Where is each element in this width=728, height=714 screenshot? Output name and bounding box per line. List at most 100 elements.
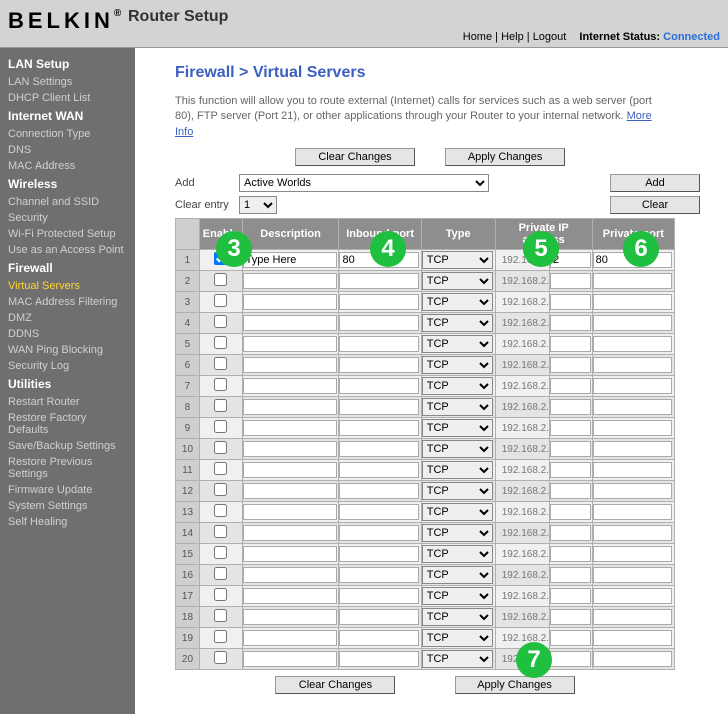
inbound-port-input[interactable] bbox=[339, 609, 419, 625]
description-input[interactable] bbox=[243, 420, 337, 436]
sidebar-item[interactable]: Restart Router bbox=[0, 394, 135, 410]
enable-checkbox[interactable] bbox=[214, 252, 227, 265]
type-select[interactable]: TCP bbox=[422, 377, 493, 395]
description-input[interactable] bbox=[243, 315, 337, 331]
inbound-port-input[interactable] bbox=[339, 441, 419, 457]
ip-suffix-input[interactable] bbox=[550, 294, 591, 310]
type-select[interactable]: TCP bbox=[422, 503, 493, 521]
type-select[interactable]: TCP bbox=[422, 272, 493, 290]
private-port-input[interactable] bbox=[593, 399, 673, 415]
private-port-input[interactable] bbox=[593, 315, 673, 331]
ip-suffix-input[interactable] bbox=[550, 441, 591, 457]
clear-changes-button-bottom[interactable]: Clear Changes bbox=[275, 676, 395, 694]
home-link[interactable]: Home bbox=[463, 31, 492, 43]
inbound-port-input[interactable] bbox=[339, 252, 419, 268]
apply-changes-button-bottom[interactable]: Apply Changes bbox=[455, 676, 575, 694]
apply-changes-button[interactable]: Apply Changes bbox=[445, 148, 565, 166]
description-input[interactable] bbox=[243, 378, 337, 394]
private-port-input[interactable] bbox=[593, 336, 673, 352]
enable-checkbox[interactable] bbox=[214, 336, 227, 349]
sidebar-item[interactable]: System Settings bbox=[0, 498, 135, 514]
ip-suffix-input[interactable] bbox=[550, 504, 591, 520]
private-port-input[interactable] bbox=[593, 441, 673, 457]
enable-checkbox[interactable] bbox=[214, 504, 227, 517]
ip-suffix-input[interactable] bbox=[550, 546, 591, 562]
enable-checkbox[interactable] bbox=[214, 546, 227, 559]
inbound-port-input[interactable] bbox=[339, 273, 419, 289]
enable-checkbox[interactable] bbox=[214, 315, 227, 328]
inbound-port-input[interactable] bbox=[339, 462, 419, 478]
private-port-input[interactable] bbox=[593, 483, 673, 499]
enable-checkbox[interactable] bbox=[214, 399, 227, 412]
help-link[interactable]: Help bbox=[501, 31, 524, 43]
ip-suffix-input[interactable] bbox=[550, 420, 591, 436]
sidebar-item[interactable]: Security Log bbox=[0, 358, 135, 374]
ip-suffix-input[interactable] bbox=[550, 609, 591, 625]
description-input[interactable] bbox=[243, 336, 337, 352]
ip-suffix-input[interactable] bbox=[550, 378, 591, 394]
sidebar-item[interactable]: LAN Settings bbox=[0, 74, 135, 90]
private-port-input[interactable] bbox=[593, 378, 673, 394]
enable-checkbox[interactable] bbox=[214, 357, 227, 370]
add-service-select[interactable]: Active Worlds bbox=[239, 174, 489, 192]
sidebar-item[interactable]: Channel and SSID bbox=[0, 194, 135, 210]
enable-checkbox[interactable] bbox=[214, 651, 227, 664]
sidebar-item[interactable]: MAC Address Filtering bbox=[0, 294, 135, 310]
sidebar-item[interactable]: DNS bbox=[0, 142, 135, 158]
sidebar-item[interactable]: DHCP Client List bbox=[0, 90, 135, 106]
type-select[interactable]: TCP bbox=[422, 293, 493, 311]
enable-checkbox[interactable] bbox=[214, 525, 227, 538]
type-select[interactable]: TCP bbox=[422, 482, 493, 500]
description-input[interactable] bbox=[243, 441, 337, 457]
description-input[interactable] bbox=[243, 483, 337, 499]
ip-suffix-input[interactable] bbox=[550, 357, 591, 373]
enable-checkbox[interactable] bbox=[214, 567, 227, 580]
sidebar-item[interactable]: Wi-Fi Protected Setup bbox=[0, 226, 135, 242]
ip-suffix-input[interactable] bbox=[550, 567, 591, 583]
ip-suffix-input[interactable] bbox=[550, 336, 591, 352]
clear-button[interactable]: Clear bbox=[610, 196, 700, 214]
sidebar-item[interactable]: Virtual Servers bbox=[0, 278, 135, 294]
inbound-port-input[interactable] bbox=[339, 546, 419, 562]
type-select[interactable]: TCP bbox=[422, 461, 493, 479]
ip-suffix-input[interactable] bbox=[550, 462, 591, 478]
enable-checkbox[interactable] bbox=[214, 609, 227, 622]
inbound-port-input[interactable] bbox=[339, 651, 419, 667]
description-input[interactable] bbox=[243, 252, 337, 268]
sidebar-item[interactable]: Restore Previous Settings bbox=[0, 454, 135, 482]
enable-checkbox[interactable] bbox=[214, 462, 227, 475]
enable-checkbox[interactable] bbox=[214, 273, 227, 286]
description-input[interactable] bbox=[243, 504, 337, 520]
sidebar-item[interactable]: Self Healing bbox=[0, 514, 135, 530]
sidebar-item[interactable]: MAC Address bbox=[0, 158, 135, 174]
sidebar-item[interactable]: Restore Factory Defaults bbox=[0, 410, 135, 438]
type-select[interactable]: TCP bbox=[422, 566, 493, 584]
ip-suffix-input[interactable] bbox=[550, 252, 591, 268]
clear-changes-button[interactable]: Clear Changes bbox=[295, 148, 415, 166]
clear-entry-select[interactable]: 1 bbox=[239, 196, 277, 214]
description-input[interactable] bbox=[243, 588, 337, 604]
description-input[interactable] bbox=[243, 399, 337, 415]
sidebar-item[interactable]: Security bbox=[0, 210, 135, 226]
type-select[interactable]: TCP bbox=[422, 587, 493, 605]
inbound-port-input[interactable] bbox=[339, 420, 419, 436]
type-select[interactable]: TCP bbox=[422, 314, 493, 332]
type-select[interactable]: TCP bbox=[422, 524, 493, 542]
ip-suffix-input[interactable] bbox=[550, 483, 591, 499]
enable-checkbox[interactable] bbox=[214, 441, 227, 454]
private-port-input[interactable] bbox=[593, 504, 673, 520]
type-select[interactable]: TCP bbox=[422, 545, 493, 563]
description-input[interactable] bbox=[243, 651, 337, 667]
description-input[interactable] bbox=[243, 525, 337, 541]
ip-suffix-input[interactable] bbox=[550, 399, 591, 415]
description-input[interactable] bbox=[243, 357, 337, 373]
inbound-port-input[interactable] bbox=[339, 504, 419, 520]
description-input[interactable] bbox=[243, 294, 337, 310]
private-port-input[interactable] bbox=[593, 630, 673, 646]
inbound-port-input[interactable] bbox=[339, 399, 419, 415]
description-input[interactable] bbox=[243, 273, 337, 289]
ip-suffix-input[interactable] bbox=[550, 315, 591, 331]
sidebar-item[interactable]: Connection Type bbox=[0, 126, 135, 142]
type-select[interactable]: TCP bbox=[422, 335, 493, 353]
ip-suffix-input[interactable] bbox=[550, 651, 591, 667]
